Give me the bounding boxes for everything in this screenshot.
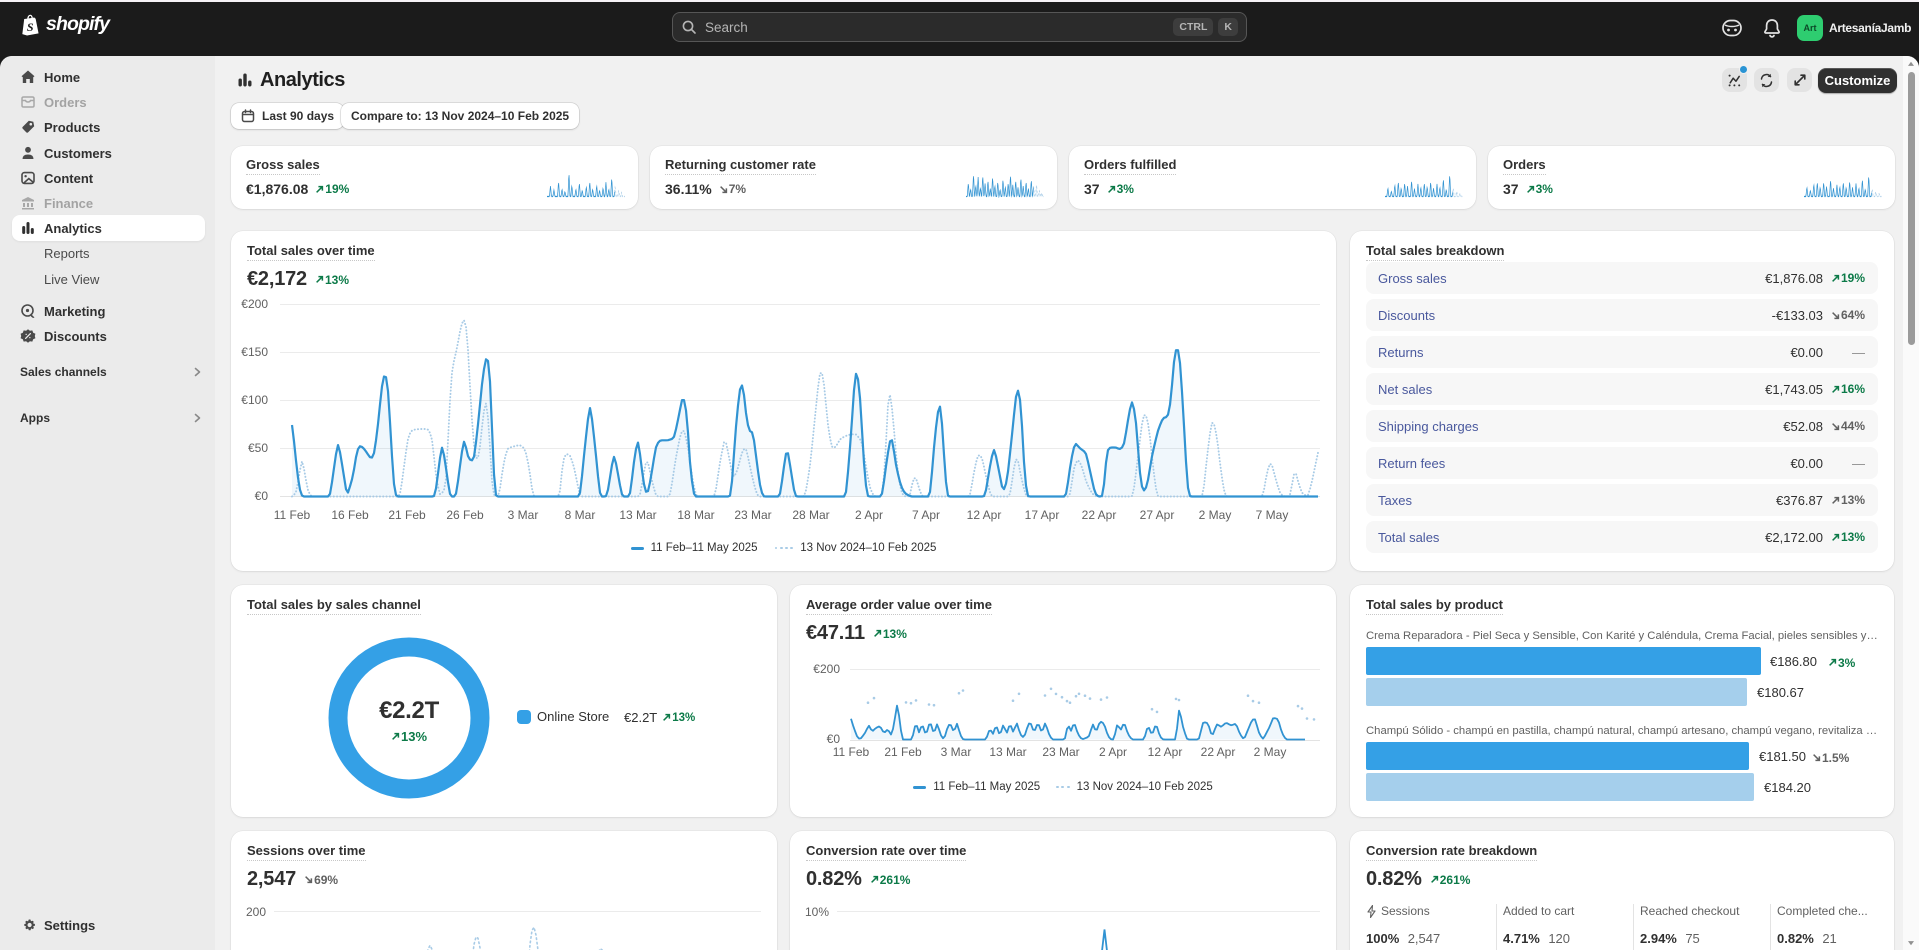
svg-text:S: S [27,19,34,33]
